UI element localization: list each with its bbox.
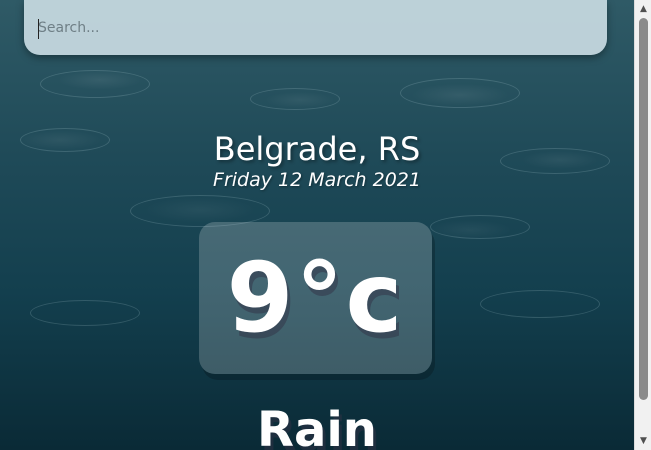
temperature-card: 9°c xyxy=(199,222,432,374)
search-input[interactable] xyxy=(24,0,607,55)
rain-ripple xyxy=(250,88,340,110)
rain-ripple xyxy=(400,78,520,108)
rain-ripple xyxy=(480,290,600,318)
temperature-value: 9°c xyxy=(226,242,405,354)
current-date: Friday 12 March 2021 xyxy=(213,169,421,191)
rain-ripple xyxy=(40,70,150,98)
scrollbar-thumb[interactable] xyxy=(639,18,648,400)
vertical-scrollbar[interactable]: ▲ ▼ xyxy=(634,0,651,450)
weather-app-viewport: Belgrade, RS Friday 12 March 2021 9°c Ra… xyxy=(0,0,634,450)
rain-ripple xyxy=(30,300,140,326)
scroll-down-icon[interactable]: ▼ xyxy=(635,434,651,448)
weather-condition: Rain xyxy=(257,402,377,450)
location-name: Belgrade, RS xyxy=(213,130,421,168)
rain-ripple xyxy=(430,215,530,239)
scroll-up-icon[interactable]: ▲ xyxy=(635,2,651,16)
text-caret xyxy=(38,19,39,39)
search-bar xyxy=(24,0,607,55)
